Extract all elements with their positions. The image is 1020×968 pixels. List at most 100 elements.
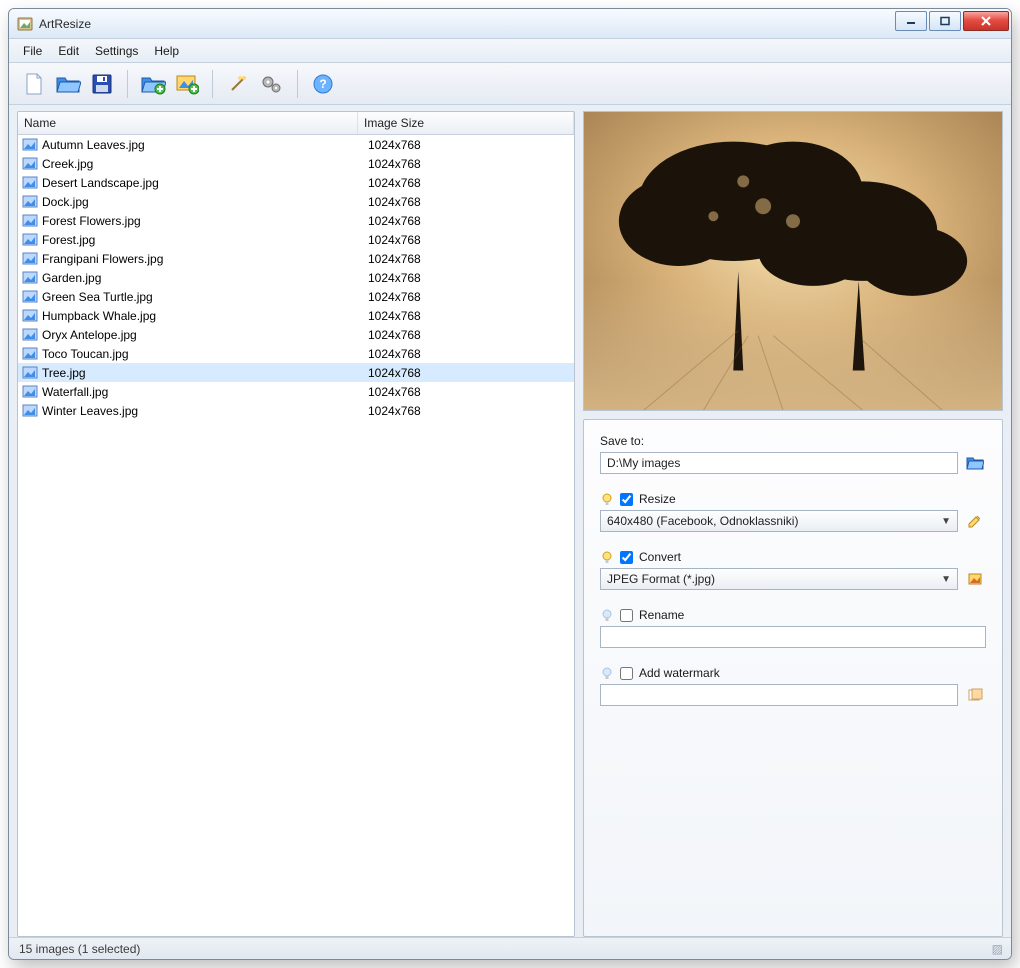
rename-group: Rename bbox=[600, 608, 986, 648]
image-file-icon bbox=[22, 385, 38, 399]
watermark-label: Add watermark bbox=[639, 666, 720, 680]
rename-checkbox[interactable] bbox=[620, 609, 633, 622]
menu-help[interactable]: Help bbox=[148, 42, 185, 60]
file-row[interactable]: Tree.jpg1024x768 bbox=[18, 363, 574, 382]
file-row[interactable]: Waterfall.jpg1024x768 bbox=[18, 382, 574, 401]
toolbar: ? bbox=[9, 63, 1011, 105]
resize-grip-icon[interactable]: ▨ bbox=[992, 942, 1001, 956]
menu-file[interactable]: File bbox=[17, 42, 48, 60]
app-window: ArtResize File Edit Settings Help ? Name bbox=[8, 8, 1012, 960]
settings-gears-button[interactable] bbox=[257, 69, 287, 99]
save-to-input[interactable] bbox=[600, 452, 958, 474]
file-row[interactable]: Creek.jpg1024x768 bbox=[18, 154, 574, 173]
window-title: ArtResize bbox=[39, 17, 91, 31]
svg-text:?: ? bbox=[319, 77, 326, 91]
file-row[interactable]: Garden.jpg1024x768 bbox=[18, 268, 574, 287]
titlebar[interactable]: ArtResize bbox=[9, 9, 1011, 39]
file-row[interactable]: Dock.jpg1024x768 bbox=[18, 192, 574, 211]
convert-combo[interactable]: JPEG Format (*.jpg) ▼ bbox=[600, 568, 958, 590]
magic-wand-button[interactable] bbox=[223, 69, 253, 99]
save-button[interactable] bbox=[87, 69, 117, 99]
image-file-icon bbox=[22, 290, 38, 304]
menu-edit[interactable]: Edit bbox=[52, 42, 85, 60]
file-size: 1024x768 bbox=[362, 271, 421, 285]
bulb-icon bbox=[600, 666, 614, 680]
file-row[interactable]: Forest.jpg1024x768 bbox=[18, 230, 574, 249]
rename-label: Rename bbox=[639, 608, 684, 622]
file-name: Autumn Leaves.jpg bbox=[42, 138, 362, 152]
save-to-group: Save to: bbox=[600, 434, 986, 474]
file-size: 1024x768 bbox=[362, 347, 421, 361]
main-body: Name Image Size Autumn Leaves.jpg1024x76… bbox=[9, 105, 1011, 937]
file-row[interactable]: Frangipani Flowers.jpg1024x768 bbox=[18, 249, 574, 268]
file-name: Desert Landscape.jpg bbox=[42, 176, 362, 190]
convert-combo-value: JPEG Format (*.jpg) bbox=[607, 572, 715, 586]
file-row[interactable]: Forest Flowers.jpg1024x768 bbox=[18, 211, 574, 230]
convert-options-button[interactable] bbox=[964, 568, 986, 590]
file-size: 1024x768 bbox=[362, 309, 421, 323]
file-name: Frangipani Flowers.jpg bbox=[42, 252, 362, 266]
convert-checkbox[interactable] bbox=[620, 551, 633, 564]
file-row[interactable]: Winter Leaves.jpg1024x768 bbox=[18, 401, 574, 420]
resize-edit-button[interactable] bbox=[964, 510, 986, 532]
list-header: Name Image Size bbox=[18, 112, 574, 135]
resize-combo[interactable]: 640x480 (Facebook, Odnoklassniki) ▼ bbox=[600, 510, 958, 532]
watermark-input[interactable] bbox=[600, 684, 958, 706]
watermark-checkbox[interactable] bbox=[620, 667, 633, 680]
file-row[interactable]: Oryx Antelope.jpg1024x768 bbox=[18, 325, 574, 344]
menu-settings[interactable]: Settings bbox=[89, 42, 144, 60]
file-name: Green Sea Turtle.jpg bbox=[42, 290, 362, 304]
watermark-group: Add watermark bbox=[600, 666, 986, 706]
close-button[interactable] bbox=[963, 11, 1009, 31]
column-name[interactable]: Name bbox=[18, 112, 358, 134]
right-panel: Save to: Resize bbox=[583, 111, 1003, 937]
resize-checkbox[interactable] bbox=[620, 493, 633, 506]
image-file-icon bbox=[22, 347, 38, 361]
file-size: 1024x768 bbox=[362, 366, 421, 380]
image-file-icon bbox=[22, 176, 38, 190]
file-row[interactable]: Humpback Whale.jpg1024x768 bbox=[18, 306, 574, 325]
preview-image bbox=[584, 112, 1002, 410]
image-file-icon bbox=[22, 233, 38, 247]
open-folder-button[interactable] bbox=[53, 69, 83, 99]
preview-panel bbox=[583, 111, 1003, 411]
file-list-panel: Name Image Size Autumn Leaves.jpg1024x76… bbox=[17, 111, 575, 937]
rename-input[interactable] bbox=[600, 626, 986, 648]
file-name: Creek.jpg bbox=[42, 157, 362, 171]
bulb-icon bbox=[600, 608, 614, 622]
file-name: Waterfall.jpg bbox=[42, 385, 362, 399]
file-row[interactable]: Autumn Leaves.jpg1024x768 bbox=[18, 135, 574, 154]
help-button[interactable]: ? bbox=[308, 69, 338, 99]
add-image-button[interactable] bbox=[172, 69, 202, 99]
image-file-icon bbox=[22, 366, 38, 380]
window-controls bbox=[895, 9, 1011, 38]
file-row[interactable]: Desert Landscape.jpg1024x768 bbox=[18, 173, 574, 192]
file-size: 1024x768 bbox=[362, 385, 421, 399]
app-icon bbox=[17, 16, 33, 32]
chevron-down-icon: ▼ bbox=[941, 574, 951, 585]
image-file-icon bbox=[22, 328, 38, 342]
minimize-button[interactable] bbox=[895, 11, 927, 31]
watermark-browse-button[interactable] bbox=[964, 684, 986, 706]
options-panel: Save to: Resize bbox=[583, 419, 1003, 937]
file-size: 1024x768 bbox=[362, 252, 421, 266]
add-folder-button[interactable] bbox=[138, 69, 168, 99]
file-size: 1024x768 bbox=[362, 233, 421, 247]
file-name: Garden.jpg bbox=[42, 271, 362, 285]
browse-folder-button[interactable] bbox=[964, 452, 986, 474]
resize-label: Resize bbox=[639, 492, 676, 506]
file-name: Toco Toucan.jpg bbox=[42, 347, 362, 361]
list-body[interactable]: Autumn Leaves.jpg1024x768Creek.jpg1024x7… bbox=[18, 135, 574, 936]
file-row[interactable]: Toco Toucan.jpg1024x768 bbox=[18, 344, 574, 363]
image-file-icon bbox=[22, 309, 38, 323]
resize-combo-value: 640x480 (Facebook, Odnoklassniki) bbox=[607, 514, 798, 528]
maximize-button[interactable] bbox=[929, 11, 961, 31]
file-size: 1024x768 bbox=[362, 404, 421, 418]
file-name: Dock.jpg bbox=[42, 195, 362, 209]
file-name: Oryx Antelope.jpg bbox=[42, 328, 362, 342]
file-row[interactable]: Green Sea Turtle.jpg1024x768 bbox=[18, 287, 574, 306]
file-name: Winter Leaves.jpg bbox=[42, 404, 362, 418]
column-size[interactable]: Image Size bbox=[358, 112, 574, 134]
new-file-button[interactable] bbox=[19, 69, 49, 99]
toolbar-separator bbox=[212, 70, 213, 98]
